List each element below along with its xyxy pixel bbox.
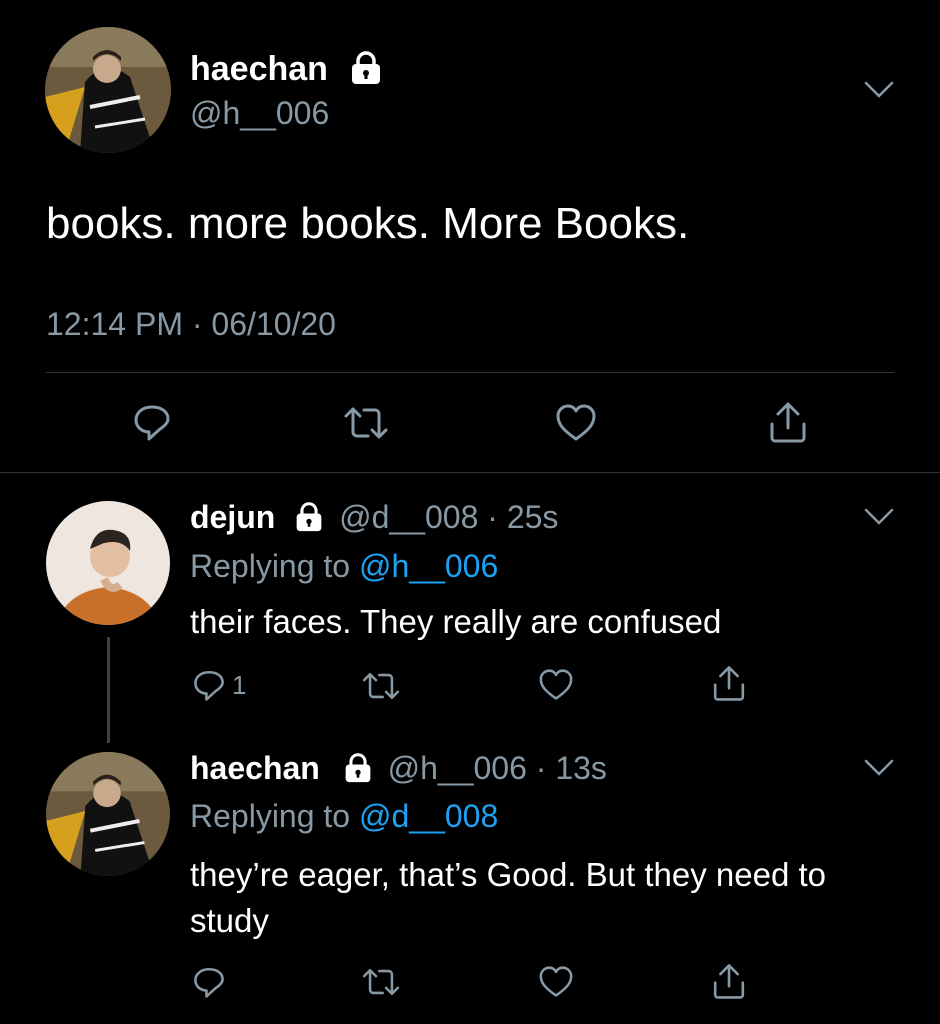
replying-to-label: Replying to — [190, 798, 351, 834]
retweet-button[interactable] — [360, 966, 402, 998]
heart-icon — [539, 669, 573, 700]
tweet-text: they’re eager, that’s Good. But they nee… — [190, 856, 826, 939]
reply-button[interactable]: 1 — [192, 668, 246, 702]
chevron-down-icon[interactable] — [863, 758, 895, 778]
share-icon — [713, 964, 745, 999]
avatar-photo — [46, 501, 170, 625]
section-divider — [0, 472, 940, 473]
reply-icon — [194, 967, 224, 998]
lock-icon — [345, 752, 371, 782]
tweet-text: books. more books. More Books. — [46, 199, 690, 248]
replying-to-label: Replying to — [190, 548, 351, 584]
reply-header: haechan @h__006 · 13s — [190, 748, 607, 788]
reply-button[interactable] — [192, 965, 226, 999]
share-button[interactable] — [711, 664, 747, 702]
like-button[interactable] — [538, 966, 574, 998]
avatar[interactable] — [45, 27, 171, 153]
avatar-photo — [46, 752, 170, 876]
tweet-timestamp[interactable]: 12:14 PM · 06/10/20 — [46, 304, 336, 344]
reply-icon — [194, 670, 224, 701]
retweet-icon — [362, 672, 400, 700]
reply-count: 1 — [232, 669, 247, 700]
retweet-button[interactable] — [360, 670, 402, 702]
thread-line — [107, 637, 110, 743]
reply-icon — [134, 405, 170, 441]
display-name[interactable]: dejun — [190, 499, 275, 535]
avatar[interactable] — [46, 501, 170, 625]
reply-time: · 25s — [487, 499, 559, 535]
replying-to: Replying to @d__008 — [190, 796, 498, 836]
reply-time: · 13s — [535, 750, 607, 786]
retweet-icon — [362, 968, 400, 996]
author-name[interactable]: haechan — [190, 49, 383, 89]
author-handle[interactable]: @d__008 — [339, 499, 478, 535]
display-name[interactable]: haechan — [190, 750, 320, 786]
like-button[interactable] — [538, 669, 574, 701]
like-button[interactable] — [555, 404, 597, 442]
share-button[interactable] — [711, 962, 747, 1000]
mention-link[interactable]: @h__006 — [359, 548, 498, 584]
share-icon — [770, 402, 806, 443]
lock-icon — [296, 501, 322, 531]
retweet-button[interactable] — [342, 404, 390, 442]
divider — [46, 372, 894, 373]
chevron-down-icon[interactable] — [863, 507, 895, 527]
tweet-text: their faces. They really are confused — [190, 603, 722, 640]
retweet-icon — [344, 407, 388, 439]
share-icon — [713, 666, 745, 701]
display-name[interactable]: haechan — [190, 50, 328, 88]
chevron-down-icon[interactable] — [863, 80, 895, 100]
avatar-photo — [45, 27, 171, 153]
mention-link[interactable]: @d__008 — [359, 798, 498, 834]
author-handle[interactable]: @h__006 — [190, 94, 329, 132]
heart-icon — [539, 966, 573, 997]
replying-to: Replying to @h__006 — [190, 546, 498, 586]
reply-button[interactable] — [132, 402, 172, 442]
avatar[interactable] — [46, 752, 170, 876]
author-handle[interactable]: @h__006 — [388, 750, 527, 786]
share-button[interactable] — [768, 400, 808, 444]
heart-icon — [556, 404, 596, 441]
reply-header: dejun @d__008 · 25s — [190, 497, 558, 537]
lock-icon — [352, 51, 381, 85]
